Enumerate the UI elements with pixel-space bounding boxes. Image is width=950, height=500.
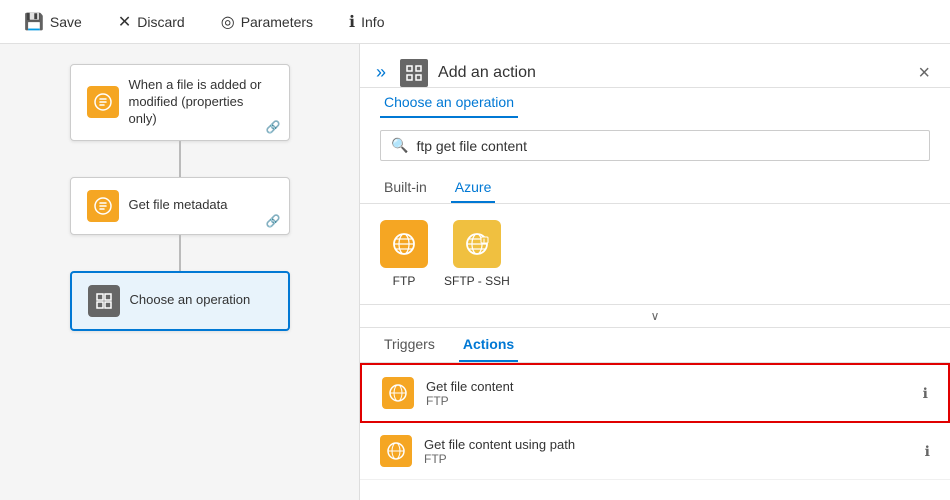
trigger-node-icon xyxy=(87,86,119,118)
metadata-node-link: 🔗 xyxy=(266,214,281,228)
sftp-icon xyxy=(453,220,501,268)
choose-operation-node[interactable]: Choose an operation xyxy=(70,271,290,331)
save-label: Save xyxy=(50,14,82,30)
metadata-node-text: Get file metadata xyxy=(129,197,228,214)
info-icon: ℹ xyxy=(349,12,355,32)
search-area: 🔍 xyxy=(360,118,950,173)
get-file-content-subtitle: FTP xyxy=(426,394,911,408)
discard-icon: ✕ xyxy=(118,12,131,32)
canvas: When a file is added or modified (proper… xyxy=(0,44,360,500)
ftp-icon xyxy=(380,220,428,268)
panel-header-left: » Add an action xyxy=(372,58,536,87)
discard-button[interactable]: ✕ Discard xyxy=(110,8,193,36)
action-list: Get file content FTP ℹ Get file content … xyxy=(360,363,950,500)
get-file-content-text: Get file content FTP xyxy=(426,379,911,408)
triggers-tab[interactable]: Triggers xyxy=(380,328,439,362)
save-button[interactable]: 💾 Save xyxy=(16,8,90,36)
metadata-node-icon xyxy=(87,190,119,222)
info-button[interactable]: ℹ Info xyxy=(341,8,392,36)
toolbar: 💾 Save ✕ Discard ◎ Parameters ℹ Info xyxy=(0,0,950,44)
choose-operation-icon xyxy=(88,285,120,317)
trigger-node-link: 🔗 xyxy=(266,120,281,134)
get-file-content-info-icon[interactable]: ℹ xyxy=(923,385,928,402)
panel-tabs: Choose an operation xyxy=(360,88,950,118)
search-icon: 🔍 xyxy=(391,137,408,154)
get-file-content-path-text: Get file content using path FTP xyxy=(424,437,913,466)
discard-label: Discard xyxy=(137,14,184,30)
search-input[interactable] xyxy=(416,138,919,154)
ftp-connector-card[interactable]: FTP xyxy=(380,220,428,288)
panel-header: » Add an action × xyxy=(360,44,950,88)
connector-2 xyxy=(179,235,181,271)
save-icon: 💾 xyxy=(24,12,44,32)
chevron-row[interactable]: ∨ xyxy=(360,305,950,328)
connectors-grid: FTP SFTP - SSH xyxy=(360,204,950,305)
get-file-content-path-info-icon[interactable]: ℹ xyxy=(925,443,930,460)
get-file-content-path-icon xyxy=(380,435,412,467)
panel-title: Add an action xyxy=(438,64,536,82)
parameters-label: Parameters xyxy=(241,14,313,30)
choose-operation-tab[interactable]: Choose an operation xyxy=(380,88,518,118)
info-label: Info xyxy=(361,14,384,30)
get-file-content-title: Get file content xyxy=(426,379,911,394)
panel-close-button[interactable]: × xyxy=(918,63,930,83)
get-file-content-path-subtitle: FTP xyxy=(424,452,913,466)
action-tabs: Triggers Actions xyxy=(360,328,950,363)
panel-action-icon xyxy=(400,59,428,87)
subtab-builtin[interactable]: Built-in xyxy=(380,173,431,203)
main-layout: When a file is added or modified (proper… xyxy=(0,44,950,500)
parameters-icon: ◎ xyxy=(221,12,235,32)
connector-line-1 xyxy=(179,141,181,177)
panel-expand-button[interactable]: » xyxy=(372,58,390,87)
connector-1 xyxy=(179,141,181,177)
trigger-node-text: When a file is added or modified (proper… xyxy=(129,77,273,128)
subtab-azure[interactable]: Azure xyxy=(451,173,496,203)
action-item-get-file-content[interactable]: Get file content FTP ℹ xyxy=(360,363,950,423)
choose-operation-text: Choose an operation xyxy=(130,292,251,309)
subtabs: Built-in Azure xyxy=(360,173,950,204)
trigger-node[interactable]: When a file is added or modified (proper… xyxy=(70,64,290,141)
ftp-label: FTP xyxy=(393,274,416,288)
action-item-get-file-content-path[interactable]: Get file content using path FTP ℹ xyxy=(360,423,950,480)
connector-line-2 xyxy=(179,235,181,271)
get-file-content-path-title: Get file content using path xyxy=(424,437,913,452)
sftp-connector-card[interactable]: SFTP - SSH xyxy=(444,220,510,288)
get-file-content-icon xyxy=(382,377,414,409)
right-panel: » Add an action × Choose an operation xyxy=(360,44,950,500)
search-box: 🔍 xyxy=(380,130,930,161)
parameters-button[interactable]: ◎ Parameters xyxy=(213,8,321,36)
metadata-node[interactable]: Get file metadata 🔗 xyxy=(70,177,290,235)
actions-tab[interactable]: Actions xyxy=(459,328,518,362)
chevron-down-icon: ∨ xyxy=(651,309,660,323)
sftp-label: SFTP - SSH xyxy=(444,274,510,288)
